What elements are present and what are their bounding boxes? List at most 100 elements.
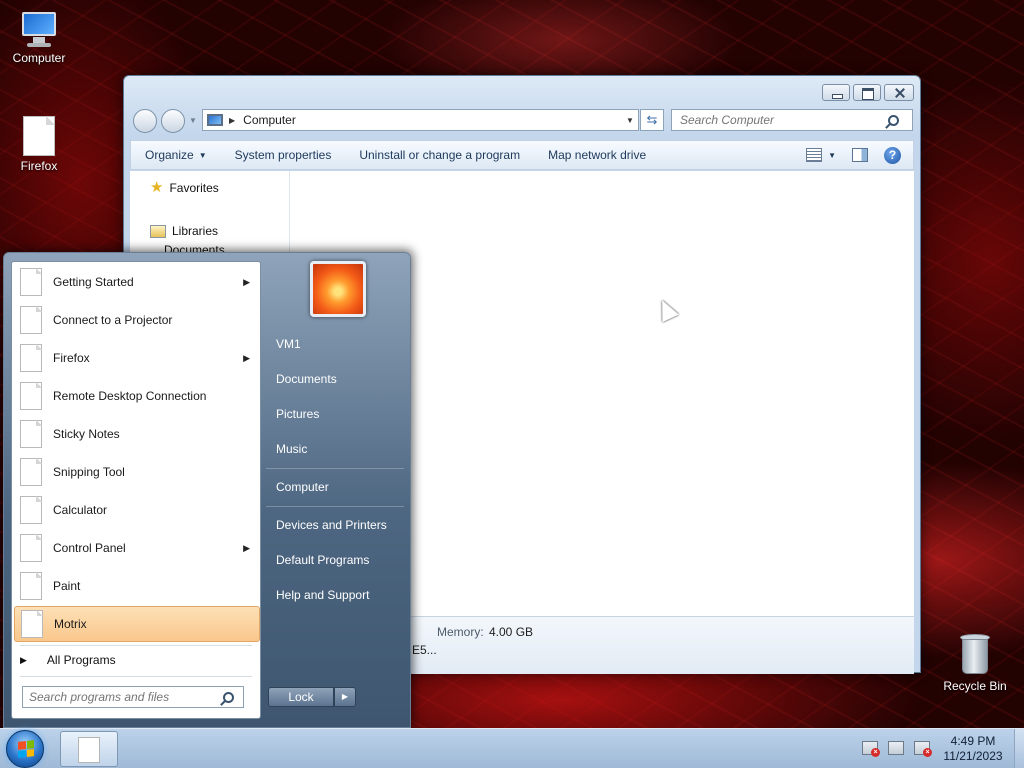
divider — [266, 468, 404, 469]
preview-pane-icon[interactable] — [852, 148, 868, 162]
action-center-icon[interactable]: × — [862, 741, 880, 757]
close-button[interactable] — [884, 84, 914, 101]
start-search-input[interactable] — [23, 690, 217, 704]
arrow-right-icon: ▶ — [20, 654, 27, 665]
programs-list: Getting Started ▶ Connect to a Projector… — [11, 261, 261, 719]
nav-libraries[interactable]: Libraries — [150, 224, 218, 238]
change-view-button[interactable]: ▼ — [806, 148, 836, 162]
system-properties-label: System properties — [234, 148, 332, 162]
show-desktop-button[interactable] — [1014, 729, 1024, 768]
program-control-panel[interactable]: Control Panel ▶ — [14, 530, 260, 566]
search-icon[interactable] — [888, 114, 899, 126]
star-icon: ★ — [150, 179, 164, 196]
desktop-icon-label: Recycle Bin — [943, 679, 1007, 693]
uninstall-label: Uninstall or change a program — [359, 148, 521, 162]
desktop-icon-computer[interactable]: Computer — [1, 10, 77, 65]
start-search-box[interactable] — [22, 686, 244, 708]
place-pictures[interactable]: Pictures — [276, 407, 319, 421]
program-sticky-notes[interactable]: Sticky Notes — [14, 416, 260, 452]
place-help-support[interactable]: Help and Support — [276, 588, 369, 602]
program-firefox[interactable]: Firefox ▶ — [14, 340, 260, 376]
memory-label: Memory: — [437, 625, 484, 639]
program-label: Motrix — [54, 617, 87, 631]
system-properties-button[interactable]: System properties — [221, 141, 346, 169]
search-box[interactable] — [671, 109, 913, 131]
back-button[interactable] — [133, 109, 157, 133]
minimize-button[interactable] — [822, 84, 850, 101]
start-button[interactable] — [6, 730, 44, 768]
desktop-icon-firefox[interactable]: Firefox — [1, 116, 77, 173]
chevron-down-icon: ▼ — [828, 150, 836, 160]
shutdown-options-arrow[interactable]: ▶ — [334, 687, 356, 707]
system-tray: × × — [862, 741, 932, 757]
program-remote-desktop[interactable]: Remote Desktop Connection — [14, 378, 260, 414]
search-icon[interactable] — [223, 691, 234, 703]
program-label: Paint — [53, 579, 81, 593]
map-network-drive-label: Map network drive — [548, 148, 647, 162]
program-paint[interactable]: Paint — [14, 568, 260, 604]
recycle-bin-icon — [958, 632, 992, 676]
breadcrumb-arrow-icon[interactable]: ▶ — [229, 116, 235, 125]
processor-value: E5... — [412, 643, 437, 657]
lock-button[interactable]: Lock — [268, 687, 334, 707]
nav-favorites[interactable]: ★ Favorites — [150, 179, 219, 196]
program-label: Sticky Notes — [53, 427, 120, 441]
computer-icon — [207, 114, 223, 126]
place-documents[interactable]: Documents — [276, 372, 337, 386]
document-icon — [20, 534, 42, 562]
volume-muted-icon[interactable]: × — [914, 741, 932, 757]
place-user[interactable]: VM1 — [276, 337, 301, 351]
map-network-drive-button[interactable]: Map network drive — [534, 141, 660, 169]
all-programs-button[interactable]: ▶ All Programs — [20, 650, 116, 670]
program-calculator[interactable]: Calculator — [14, 492, 260, 528]
library-icon — [150, 224, 166, 238]
nav-favorites-label: Favorites — [169, 181, 219, 195]
document-icon — [20, 382, 42, 410]
search-input[interactable] — [672, 113, 882, 127]
recent-pages-dropdown[interactable]: ▼ — [189, 116, 197, 125]
address-text: Computer — [243, 113, 296, 127]
desktop-icon-recycle-bin[interactable]: Recycle Bin — [937, 632, 1013, 693]
network-icon[interactable] — [888, 741, 904, 755]
program-label: Firefox — [53, 351, 90, 365]
address-dropdown[interactable]: ▼ — [622, 110, 638, 130]
taskbar: × × 4:49 PM 11/21/2023 — [0, 728, 1024, 768]
clock-time: 4:49 PM — [950, 734, 996, 748]
document-icon — [20, 306, 42, 334]
command-bar: Organize ▼ System properties Uninstall o… — [130, 140, 914, 170]
program-label: Control Panel — [53, 541, 126, 555]
help-icon[interactable]: ? — [884, 146, 901, 164]
document-icon — [78, 737, 100, 763]
place-devices-printers[interactable]: Devices and Printers — [276, 518, 387, 532]
user-avatar[interactable] — [310, 261, 366, 317]
computer-icon — [18, 10, 60, 48]
program-connect-projector[interactable]: Connect to a Projector — [14, 302, 260, 338]
refresh-button[interactable]: ⇆ — [640, 109, 664, 131]
program-label: Remote Desktop Connection — [53, 389, 207, 403]
document-icon — [20, 572, 42, 600]
uninstall-button[interactable]: Uninstall or change a program — [345, 141, 534, 169]
program-motrix[interactable]: Motrix — [14, 606, 260, 642]
program-label: Getting Started — [53, 275, 134, 289]
window-controls — [822, 84, 914, 101]
organize-button[interactable]: Organize ▼ — [131, 141, 221, 169]
place-default-programs[interactable]: Default Programs — [276, 553, 369, 567]
place-music[interactable]: Music — [276, 442, 307, 456]
document-icon — [20, 458, 42, 486]
program-getting-started[interactable]: Getting Started ▶ — [14, 264, 260, 300]
place-computer[interactable]: Computer — [276, 480, 329, 494]
forward-button[interactable] — [161, 109, 185, 133]
program-label: Connect to a Projector — [53, 313, 173, 327]
all-programs-label: All Programs — [46, 653, 116, 667]
document-icon — [20, 420, 42, 448]
address-bar[interactable]: ▶ Computer ▼ — [202, 109, 639, 131]
submenu-arrow-icon: ▶ — [243, 352, 250, 363]
document-icon — [20, 344, 42, 372]
program-snipping-tool[interactable]: Snipping Tool — [14, 454, 260, 490]
clock[interactable]: 4:49 PM 11/21/2023 — [930, 734, 1016, 764]
divider — [266, 506, 404, 507]
organize-label: Organize — [145, 148, 194, 162]
taskbar-item-explorer[interactable] — [60, 731, 118, 767]
start-menu: Getting Started ▶ Connect to a Projector… — [3, 252, 411, 728]
maximize-button[interactable] — [853, 84, 881, 101]
